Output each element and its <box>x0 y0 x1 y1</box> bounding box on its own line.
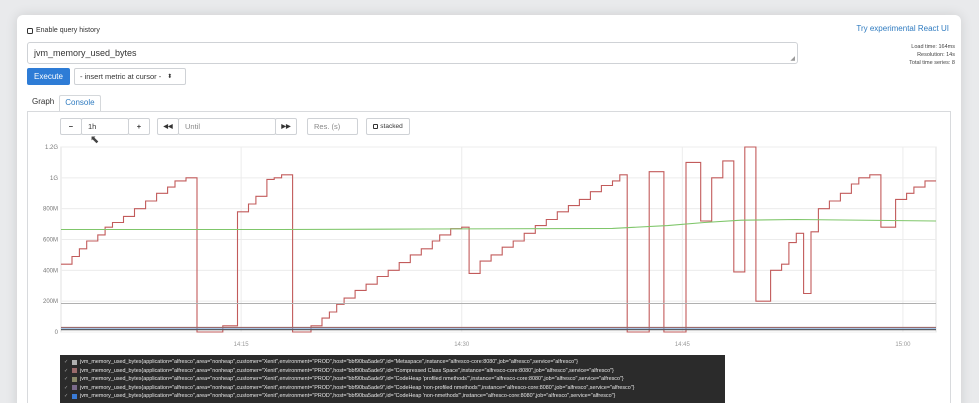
check-icon: ✓ <box>64 367 69 374</box>
legend-swatch <box>72 359 77 365</box>
select-arrow-icon: ⬍ <box>167 74 173 80</box>
legend-item[interactable]: ✓ jvm_memory_used_bytes{application="alfr… <box>64 392 721 401</box>
range-increase-button[interactable]: + <box>128 118 150 135</box>
resolution-placeholder: Res. (s) <box>314 122 341 131</box>
x-tick-label: 15:00 <box>895 342 911 348</box>
legend-swatch <box>72 376 77 382</box>
legend-label: jvm_memory_used_bytes{application="alfre… <box>80 376 624 383</box>
tab-graph[interactable]: Graph <box>27 95 59 111</box>
insert-metric-label: - insert metric at cursor - <box>80 72 162 81</box>
y-tick-label: 1G <box>50 176 58 182</box>
tab-divider <box>27 111 951 112</box>
y-tick-label: 200M <box>43 299 58 305</box>
y-tick-label: 600M <box>43 238 58 244</box>
y-tick-label: 0 <box>55 330 59 336</box>
until-input[interactable]: Until <box>178 118 276 135</box>
history-checkbox[interactable] <box>27 27 33 34</box>
insert-metric-select[interactable]: - insert metric at cursor - ⬍ <box>74 68 186 85</box>
chart-legend: ✓ jvm_memory_used_bytes{application="alfr… <box>60 355 725 403</box>
expression-text: jvm_memory_used_bytes <box>34 48 137 58</box>
check-icon: ✓ <box>64 376 69 383</box>
x-tick-label: 14:45 <box>675 342 691 348</box>
y-tick-label: 400M <box>43 268 58 274</box>
history-label: Enable query history <box>36 27 100 34</box>
stacked-checkbox[interactable] <box>373 124 379 129</box>
check-icon: ✓ <box>64 393 69 400</box>
total-series: Total time series: 8 <box>909 60 955 66</box>
expression-input[interactable]: jvm_memory_used_bytes ◢ <box>27 42 798 64</box>
range-decrease-button[interactable]: − <box>60 118 82 135</box>
legend-item[interactable]: ✓ jvm_memory_used_bytes{application="alfr… <box>64 375 721 384</box>
stacked-label: stacked <box>380 123 403 130</box>
query-stats: Load time: 164ms Resolution: 14s Total t… <box>909 43 955 67</box>
memory-line-chart: 0 200M 400M 600M 800M 1G 1.2G 14:15 14:30 14:45 15… <box>43 145 937 348</box>
tab-bar: Graph Console <box>27 95 101 111</box>
load-time: Load time: 164ms <box>911 44 955 50</box>
legend-item[interactable]: ✓ jvm_memory_used_bytes{application="alfr… <box>64 384 721 393</box>
until-placeholder: Until <box>185 122 201 131</box>
y-tick-label: 1.2G <box>45 145 58 151</box>
legend-label: jvm_memory_used_bytes{application="alfre… <box>80 367 614 374</box>
legend-label: jvm_memory_used_bytes{application="alfre… <box>80 359 578 366</box>
check-icon: ✓ <box>64 384 69 391</box>
x-tick-label: 14:15 <box>234 342 250 348</box>
time-back-button[interactable]: ◀◀ <box>157 118 179 135</box>
legend-swatch <box>72 385 77 391</box>
legend-label: jvm_memory_used_bytes{application="alfre… <box>80 393 616 400</box>
legend-item[interactable]: ✓ jvm_memory_used_bytes{application="alfr… <box>64 358 721 367</box>
check-icon: ✓ <box>64 359 69 366</box>
range-value: 1h <box>88 122 97 131</box>
execute-button[interactable]: Execute <box>27 68 70 85</box>
query-history-toggle[interactable]: Enable query history <box>27 27 100 34</box>
legend-item[interactable]: ✓ jvm_memory_used_bytes{application="alfr… <box>64 367 721 376</box>
resolution: Resolution: 14s <box>917 52 955 58</box>
time-forward-button[interactable]: ▶▶ <box>275 118 297 135</box>
y-tick-label: 800M <box>43 207 58 213</box>
stacked-toggle[interactable]: stacked <box>366 118 410 135</box>
tab-console[interactable]: Console <box>59 95 101 111</box>
legend-swatch <box>72 368 77 374</box>
range-input[interactable]: 1h <box>81 118 129 135</box>
legend-swatch <box>72 393 77 399</box>
react-ui-link[interactable]: Try experimental React UI <box>856 24 949 33</box>
resolution-input[interactable]: Res. (s) <box>307 118 358 135</box>
x-tick-label: 14:30 <box>454 342 470 348</box>
prometheus-panel: Enable query history Try experimental Re… <box>17 15 961 403</box>
resize-grip-icon[interactable]: ◢ <box>790 55 795 62</box>
legend-label: jvm_memory_used_bytes{application="alfre… <box>80 384 635 391</box>
